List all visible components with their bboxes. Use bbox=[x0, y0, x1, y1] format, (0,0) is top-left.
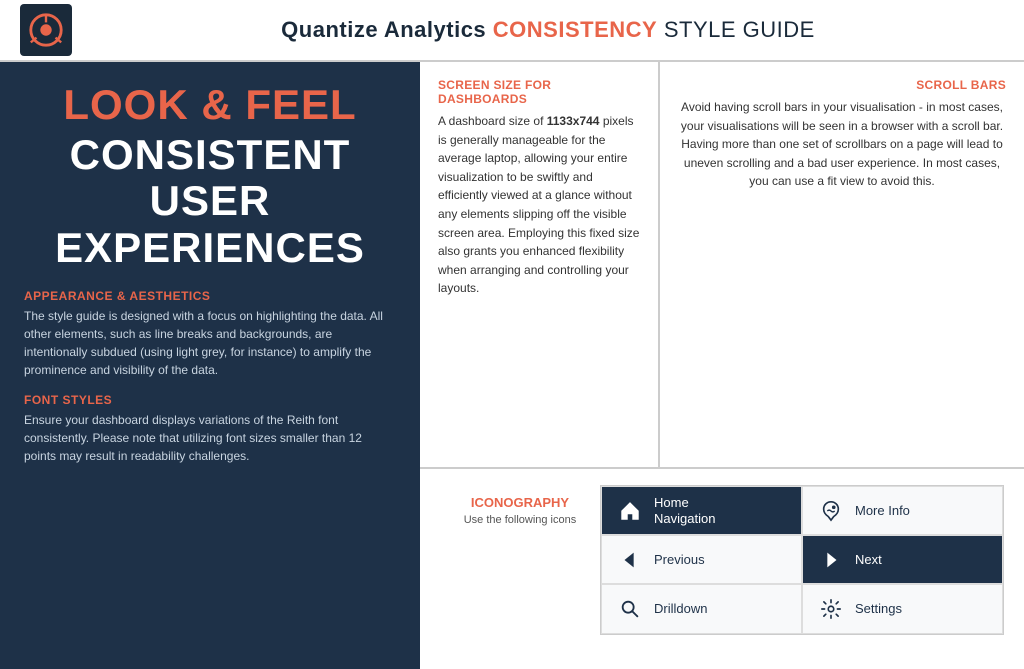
home-icon bbox=[616, 500, 644, 522]
next-icon bbox=[817, 549, 845, 571]
icons-grid: HomeNavigation More Info bbox=[600, 485, 1004, 635]
icon-cell-more-info: More Info bbox=[802, 486, 1003, 535]
font-section: FONT STYLES Ensure your dashboard displa… bbox=[24, 393, 396, 465]
left-panel: LOOK & FEEL CONSISTENT USER EXPERIENCES … bbox=[0, 62, 420, 669]
more-info-icon bbox=[817, 500, 845, 522]
font-heading: FONT STYLES bbox=[24, 393, 396, 407]
main-content: LOOK & FEEL CONSISTENT USER EXPERIENCES … bbox=[0, 62, 1024, 669]
header-title-end: STYLE GUIDE bbox=[664, 17, 815, 42]
icon-cell-settings: Settings bbox=[802, 584, 1003, 633]
previous-icon bbox=[616, 549, 644, 571]
iconography-label: ICONOGRAPHY Use the following icons bbox=[440, 485, 600, 526]
logo bbox=[20, 4, 72, 56]
more-info-label: More Info bbox=[855, 503, 910, 519]
header-title-accent: CONSISTENCY bbox=[493, 17, 657, 42]
appearance-text: The style guide is designed with a focus… bbox=[24, 307, 396, 379]
drilldown-label: Drilldown bbox=[654, 601, 707, 617]
title-user: USER bbox=[24, 178, 396, 224]
title-consistent: CONSISTENT bbox=[24, 132, 396, 178]
home-nav-label: HomeNavigation bbox=[654, 495, 715, 526]
title-experiences: EXPERIENCES bbox=[24, 225, 396, 271]
logo-icon bbox=[27, 11, 65, 49]
screen-size-heading: SCREEN SIZE FOR DASHBOARDS bbox=[438, 78, 640, 106]
top-panels: SCREEN SIZE FOR DASHBOARDS A dashboard s… bbox=[420, 62, 1024, 469]
bottom-panel: ICONOGRAPHY Use the following icons Home… bbox=[420, 469, 1024, 669]
icon-cell-previous: Previous bbox=[601, 535, 802, 584]
header: Quantize Analytics CONSISTENCY STYLE GUI… bbox=[0, 0, 1024, 62]
right-panels: SCREEN SIZE FOR DASHBOARDS A dashboard s… bbox=[420, 62, 1024, 669]
header-title: Quantize Analytics CONSISTENCY STYLE GUI… bbox=[92, 17, 1004, 43]
font-text: Ensure your dashboard displays variation… bbox=[24, 411, 396, 465]
appearance-section: APPEARANCE & AESTHETICS The style guide … bbox=[24, 289, 396, 379]
center-panel: SCREEN SIZE FOR DASHBOARDS A dashboard s… bbox=[420, 62, 660, 467]
look-feel-title: LOOK & FEEL bbox=[24, 82, 396, 128]
iconography-subtitle: Use the following icons bbox=[440, 514, 600, 526]
drilldown-icon bbox=[616, 598, 644, 620]
header-title-normal: Quantize Analytics bbox=[281, 17, 486, 42]
next-label: Next bbox=[855, 552, 882, 568]
icon-cell-home-nav: HomeNavigation bbox=[601, 486, 802, 535]
appearance-heading: APPEARANCE & AESTHETICS bbox=[24, 289, 396, 303]
settings-label: Settings bbox=[855, 601, 902, 617]
page-wrapper: Quantize Analytics CONSISTENCY STYLE GUI… bbox=[0, 0, 1024, 669]
far-right-panel: SCROLL BARS Avoid having scroll bars in … bbox=[660, 62, 1024, 467]
scroll-bars-heading: SCROLL BARS bbox=[678, 78, 1006, 92]
icon-cell-next: Next bbox=[802, 535, 1003, 584]
consistent-title: CONSISTENT USER EXPERIENCES bbox=[24, 132, 396, 271]
iconography-title: ICONOGRAPHY bbox=[440, 495, 600, 510]
scroll-bars-text: Avoid having scroll bars in your visuali… bbox=[678, 98, 1006, 191]
previous-label: Previous bbox=[654, 552, 705, 568]
screen-size-text: A dashboard size of 1133x744 pixels is g… bbox=[438, 112, 640, 298]
icon-cell-drilldown: Drilldown bbox=[601, 584, 802, 633]
settings-icon bbox=[817, 598, 845, 620]
